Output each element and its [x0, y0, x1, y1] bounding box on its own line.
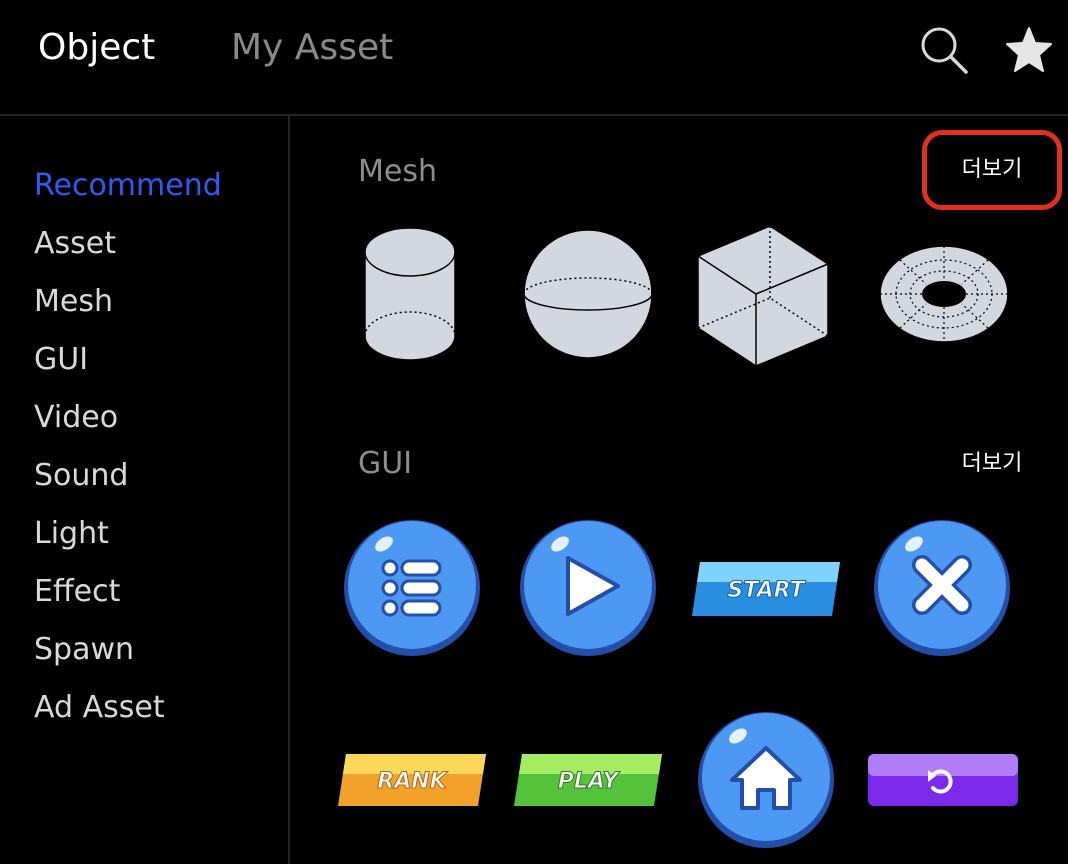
- mesh-more-button[interactable]: 더보기: [948, 155, 1036, 185]
- cylinder-icon[interactable]: [358, 222, 462, 366]
- sidebar-item-gui[interactable]: GUI: [34, 340, 88, 380]
- star-icon[interactable]: [1003, 24, 1055, 76]
- close-icon[interactable]: [872, 518, 1012, 658]
- sidebar-item-mesh[interactable]: Mesh: [34, 282, 113, 322]
- cube-icon[interactable]: [694, 222, 834, 368]
- sidebar-item-asset[interactable]: Asset: [34, 224, 116, 264]
- list-icon[interactable]: [342, 518, 482, 658]
- sidebar-item-effect[interactable]: Effect: [34, 572, 120, 612]
- section-title-mesh: Mesh: [358, 154, 437, 189]
- gui-more-button[interactable]: 더보기: [948, 449, 1036, 479]
- rank-label: RANK: [377, 769, 448, 794]
- torus-icon[interactable]: [876, 242, 1012, 346]
- home-icon[interactable]: [696, 710, 836, 850]
- refresh-icon[interactable]: [866, 752, 1020, 808]
- play-button[interactable]: PLAY: [512, 752, 664, 808]
- sidebar-item-video[interactable]: Video: [34, 398, 118, 438]
- play-icon[interactable]: [518, 518, 658, 658]
- start-button[interactable]: START: [690, 560, 842, 618]
- sphere-icon[interactable]: [520, 228, 656, 364]
- tab-object[interactable]: Object: [38, 26, 155, 70]
- sidebar-item-light[interactable]: Light: [34, 514, 109, 554]
- top-bar: Object My Asset: [0, 0, 1068, 116]
- search-icon[interactable]: [918, 24, 970, 76]
- category-sidebar: Recommend Asset Mesh GUI Video Sound Lig…: [0, 116, 290, 864]
- sidebar-item-ad-asset[interactable]: Ad Asset: [34, 688, 165, 728]
- section-title-gui: GUI: [358, 446, 413, 481]
- start-label: START: [727, 578, 806, 603]
- sidebar-item-sound[interactable]: Sound: [34, 456, 128, 496]
- rank-button[interactable]: RANK: [336, 752, 488, 808]
- sidebar-item-spawn[interactable]: Spawn: [34, 630, 134, 670]
- sidebar-item-recommend[interactable]: Recommend: [34, 166, 222, 206]
- play-label: PLAY: [558, 769, 621, 794]
- tab-my-asset[interactable]: My Asset: [231, 26, 393, 70]
